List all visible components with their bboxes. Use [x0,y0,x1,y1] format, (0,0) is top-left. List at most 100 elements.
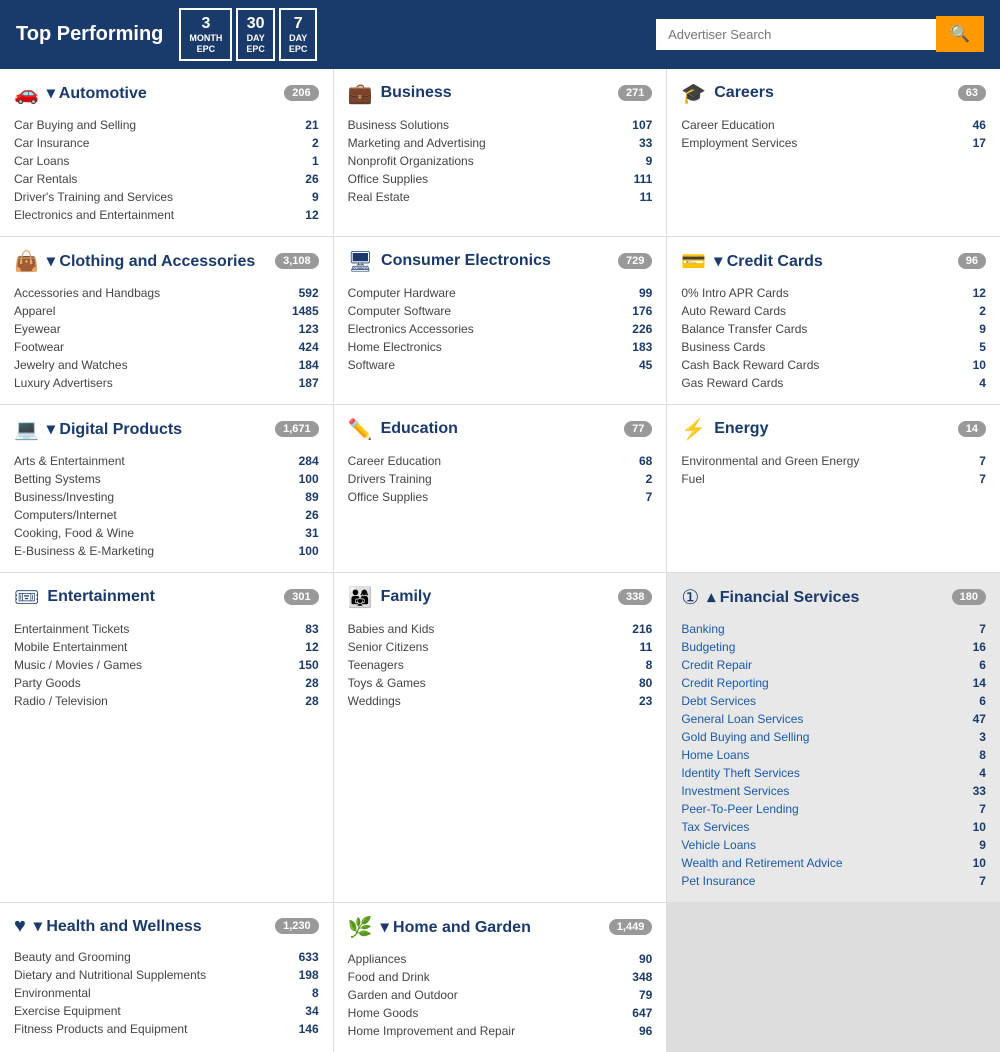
list-item[interactable]: Career Education68 [348,452,653,470]
epc-30day-button[interactable]: 30 DAYEPC [236,8,275,61]
list-item[interactable]: Tax Services10 [681,818,986,836]
category-title-consumer-electronics[interactable]: Consumer Electronics [381,252,610,270]
epc-7day-button[interactable]: 7 DAYEPC [279,8,318,61]
list-item[interactable]: Software45 [348,356,653,374]
list-item[interactable]: Teenagers8 [348,656,653,674]
list-item[interactable]: Music / Movies / Games150 [14,656,319,674]
subcategory-count: 10 [973,820,986,834]
list-item[interactable]: Garden and Outdoor79 [348,986,653,1004]
category-title-careers[interactable]: Careers [714,84,950,102]
list-item[interactable]: Real Estate11 [348,188,653,206]
list-item[interactable]: Eyewear123 [14,320,319,338]
list-item[interactable]: Toys & Games80 [348,674,653,692]
list-item[interactable]: Cash Back Reward Cards10 [681,356,986,374]
list-item[interactable]: Apparel1485 [14,302,319,320]
list-item[interactable]: Office Supplies111 [348,170,653,188]
list-item[interactable]: Computer Hardware99 [348,284,653,302]
list-item[interactable]: Car Buying and Selling21 [14,116,319,134]
category-title-health-wellness[interactable]: ▾ Health and Wellness [34,916,267,936]
category-title-credit-cards[interactable]: ▾ Credit Cards [714,251,950,271]
list-item[interactable]: Business Cards5 [681,338,986,356]
list-item[interactable]: Senior Citizens11 [348,638,653,656]
subcategory-name: Entertainment Tickets [14,622,129,636]
list-item[interactable]: Fuel7 [681,470,986,488]
category-title-energy[interactable]: Energy [714,420,950,438]
list-item[interactable]: Credit Repair6 [681,656,986,674]
list-item[interactable]: Pet Insurance7 [681,872,986,890]
category-title-entertainment[interactable]: Entertainment [47,588,276,606]
list-item[interactable]: Vehicle Loans9 [681,836,986,854]
list-item[interactable]: Jewelry and Watches184 [14,356,319,374]
category-title-home-garden[interactable]: ▾ Home and Garden [381,917,601,937]
list-item[interactable]: Home Loans8 [681,746,986,764]
list-item[interactable]: Home Electronics183 [348,338,653,356]
list-item[interactable]: Fitness Products and Equipment146 [14,1020,319,1038]
list-item[interactable]: Wealth and Retirement Advice10 [681,854,986,872]
list-item[interactable]: Environmental8 [14,984,319,1002]
category-title-automotive[interactable]: ▾ Automotive [47,83,276,103]
list-item[interactable]: Drivers Training2 [348,470,653,488]
list-item[interactable]: Dietary and Nutritional Supplements198 [14,966,319,984]
category-title-family[interactable]: Family [381,588,610,606]
list-item[interactable]: Budgeting16 [681,638,986,656]
list-item[interactable]: Computer Software176 [348,302,653,320]
list-item[interactable]: Identity Theft Services4 [681,764,986,782]
digital-products-icon: 💻 [14,417,39,442]
list-item[interactable]: Debt Services6 [681,692,986,710]
category-title-clothing[interactable]: ▾ Clothing and Accessories [47,251,267,271]
list-item[interactable]: Environmental and Green Energy7 [681,452,986,470]
list-item[interactable]: Home Improvement and Repair96 [348,1022,653,1040]
list-item[interactable]: Exercise Equipment34 [14,1002,319,1020]
category-title-digital-products[interactable]: ▾ Digital Products [47,419,267,439]
category-title-business[interactable]: Business [381,84,610,102]
list-item[interactable]: Car Rentals26 [14,170,319,188]
category-title-financial-services[interactable]: ▴ Financial Services [707,587,943,607]
list-item[interactable]: Gas Reward Cards4 [681,374,986,392]
subcategory-name: Home Electronics [348,340,442,354]
list-item[interactable]: Business Solutions107 [348,116,653,134]
list-item[interactable]: Driver's Training and Services9 [14,188,319,206]
list-item[interactable]: Appliances90 [348,950,653,968]
list-item[interactable]: Home Goods647 [348,1004,653,1022]
list-item[interactable]: Investment Services33 [681,782,986,800]
list-item[interactable]: Footwear424 [14,338,319,356]
list-item[interactable]: Car Insurance2 [14,134,319,152]
list-item[interactable]: Balance Transfer Cards9 [681,320,986,338]
list-item[interactable]: General Loan Services47 [681,710,986,728]
search-button[interactable]: 🔍 [936,16,984,52]
list-item[interactable]: Babies and Kids216 [348,620,653,638]
list-item[interactable]: Credit Reporting14 [681,674,986,692]
epc-3month-button[interactable]: 3 MONTHEPC [179,8,232,61]
list-item[interactable]: Food and Drink348 [348,968,653,986]
list-item[interactable]: Business/Investing89 [14,488,319,506]
list-item[interactable]: Radio / Television28 [14,692,319,710]
list-item[interactable]: Computers/Internet26 [14,506,319,524]
list-item[interactable]: Betting Systems100 [14,470,319,488]
list-item[interactable]: Career Education46 [681,116,986,134]
list-item[interactable]: Accessories and Handbags592 [14,284,319,302]
list-item[interactable]: Nonprofit Organizations9 [348,152,653,170]
epc-buttons: 3 MONTHEPC 30 DAYEPC 7 DAYEPC [179,8,317,61]
list-item[interactable]: Weddings23 [348,692,653,710]
list-item[interactable]: Employment Services17 [681,134,986,152]
list-item[interactable]: Peer-To-Peer Lending7 [681,800,986,818]
list-item[interactable]: Electronics and Entertainment12 [14,206,319,224]
list-item[interactable]: Mobile Entertainment12 [14,638,319,656]
list-item[interactable]: Gold Buying and Selling3 [681,728,986,746]
list-item[interactable]: Entertainment Tickets83 [14,620,319,638]
list-item[interactable]: Luxury Advertisers187 [14,374,319,392]
list-item[interactable]: Banking7 [681,620,986,638]
list-item[interactable]: Car Loans1 [14,152,319,170]
list-item[interactable]: E-Business & E-Marketing100 [14,542,319,560]
category-title-education[interactable]: Education [381,420,617,438]
list-item[interactable]: Beauty and Grooming633 [14,948,319,966]
list-item[interactable]: Marketing and Advertising33 [348,134,653,152]
list-item[interactable]: Auto Reward Cards2 [681,302,986,320]
list-item[interactable]: Office Supplies7 [348,488,653,506]
list-item[interactable]: Party Goods28 [14,674,319,692]
list-item[interactable]: Electronics Accessories226 [348,320,653,338]
list-item[interactable]: Cooking, Food & Wine31 [14,524,319,542]
search-input[interactable] [656,19,936,50]
list-item[interactable]: Arts & Entertainment284 [14,452,319,470]
list-item[interactable]: 0% Intro APR Cards12 [681,284,986,302]
